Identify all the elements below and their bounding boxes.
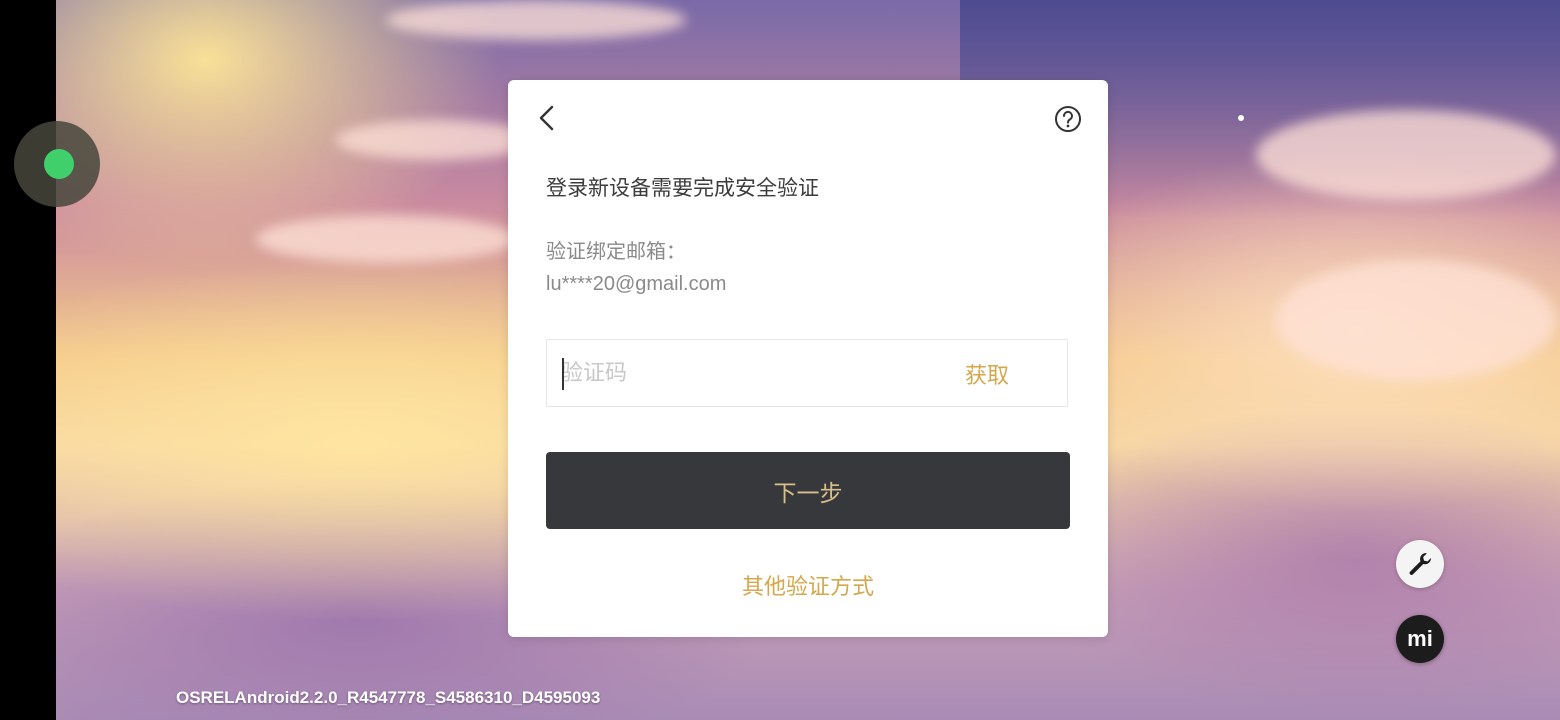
verification-code-field: 获取 xyxy=(546,339,1068,407)
left-black-bar xyxy=(0,0,56,720)
back-button[interactable] xyxy=(534,102,560,134)
bound-email-value: lu****20@gmail.com xyxy=(546,273,727,295)
get-code-button[interactable]: 获取 xyxy=(965,358,1009,390)
cloud xyxy=(1256,110,1556,200)
cloud xyxy=(336,120,536,160)
next-step-button[interactable]: 下一步 xyxy=(546,452,1070,529)
help-button[interactable] xyxy=(1054,105,1082,133)
wrench-icon xyxy=(1409,553,1432,575)
mi-button[interactable]: mi xyxy=(1396,615,1444,663)
version-string: OSRELAndroid2.2.0_R4547778_S4586310_D459… xyxy=(176,688,601,707)
assistant-status-dot xyxy=(44,149,74,179)
cloud xyxy=(386,0,686,40)
security-verification-dialog: 登录新设备需要完成安全验证 验证绑定邮箱： lu****20@gmail.com… xyxy=(508,80,1108,637)
floating-assistant-ball[interactable] xyxy=(14,121,100,207)
tools-button[interactable] xyxy=(1396,540,1444,588)
chevron-left-icon xyxy=(539,105,554,131)
dialog-title: 登录新设备需要完成安全验证 xyxy=(546,176,819,200)
bound-email-label: 验证绑定邮箱： xyxy=(546,239,686,263)
star xyxy=(1238,115,1244,121)
cloud xyxy=(256,215,516,263)
verification-code-input[interactable] xyxy=(561,350,921,396)
text-caret xyxy=(562,358,564,390)
question-circle-icon xyxy=(1055,106,1081,132)
game-screen: 登录新设备需要完成安全验证 验证绑定邮箱： lu****20@gmail.com… xyxy=(0,0,1560,720)
other-verification-methods-link[interactable]: 其他验证方式 xyxy=(508,569,1108,601)
cloud xyxy=(1276,260,1556,380)
